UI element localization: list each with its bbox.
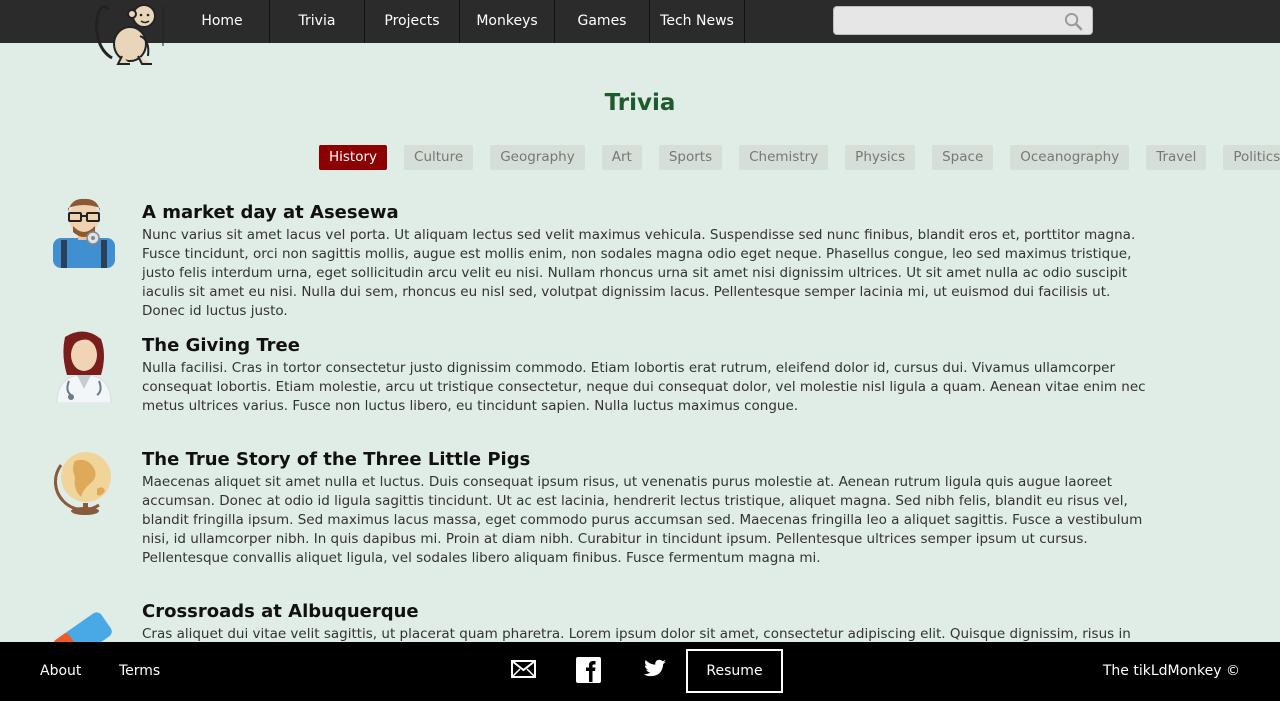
tab-sports[interactable]: Sports bbox=[658, 145, 723, 170]
tab-geography[interactable]: Geography bbox=[490, 145, 585, 170]
nav-home[interactable]: Home bbox=[175, 0, 270, 43]
search-input[interactable] bbox=[834, 7, 1059, 34]
man-with-glasses-icon bbox=[53, 198, 115, 268]
article-text: Nunc varius sit amet lacus vel porta. Ut… bbox=[142, 227, 1136, 319]
tab-chemistry[interactable]: Chemistry bbox=[739, 145, 829, 170]
article-text: Maecenas aliquet sit amet nulla et luctu… bbox=[142, 474, 1143, 566]
globe-icon bbox=[53, 452, 111, 515]
monkey-logo-icon[interactable] bbox=[92, 0, 172, 66]
resume-button[interactable]: Resume bbox=[686, 649, 783, 693]
article-title[interactable]: The True Story of the Three Little Pigs bbox=[142, 449, 530, 470]
nav-projects[interactable]: Projects bbox=[365, 0, 460, 43]
page-title: Trivia bbox=[604, 90, 676, 116]
nav-tech-news[interactable]: Tech News bbox=[650, 0, 745, 43]
top-nav-bar: Home Trivia Projects Monkeys Games Tech … bbox=[0, 0, 1280, 43]
copyright-text: The tikLdMonkey © bbox=[1102, 663, 1240, 679]
tab-physics[interactable]: Physics bbox=[845, 145, 916, 170]
article-title[interactable]: The Giving Tree bbox=[142, 335, 300, 356]
footer-terms-link[interactable]: Terms bbox=[119, 663, 160, 679]
tab-politics[interactable]: Politics bbox=[1223, 145, 1280, 170]
article-title[interactable]: Crossroads at Albuquerque bbox=[142, 601, 419, 622]
nav-trivia[interactable]: Trivia bbox=[270, 0, 365, 43]
search-box bbox=[833, 6, 1093, 35]
footer-about-link[interactable]: About bbox=[40, 663, 81, 679]
category-tabs: History Culture Geography Art Sports Che… bbox=[319, 145, 1280, 170]
mail-icon[interactable] bbox=[511, 660, 536, 678]
tab-oceanography[interactable]: Oceanography bbox=[1010, 145, 1130, 170]
twitter-icon[interactable] bbox=[641, 659, 666, 680]
tab-travel[interactable]: Travel bbox=[1146, 145, 1207, 170]
woman-doctor-icon bbox=[56, 331, 112, 403]
article-text: Nulla facilisi. Cras in tortor consectet… bbox=[142, 360, 1146, 414]
nav-monkeys[interactable]: Monkeys bbox=[460, 0, 555, 43]
facebook-icon[interactable] bbox=[576, 657, 601, 683]
main-nav: Home Trivia Projects Monkeys Games Tech … bbox=[175, 0, 745, 43]
tab-culture[interactable]: Culture bbox=[404, 145, 474, 170]
search-icon[interactable] bbox=[1064, 12, 1083, 31]
article-title[interactable]: A market day at Asesewa bbox=[142, 202, 399, 223]
tab-space[interactable]: Space bbox=[932, 145, 994, 170]
tab-history[interactable]: History bbox=[319, 145, 388, 170]
nav-games[interactable]: Games bbox=[555, 0, 650, 43]
footer: About Terms Resume The tikLdMonkey © bbox=[0, 642, 1280, 701]
tab-art[interactable]: Art bbox=[601, 145, 642, 170]
